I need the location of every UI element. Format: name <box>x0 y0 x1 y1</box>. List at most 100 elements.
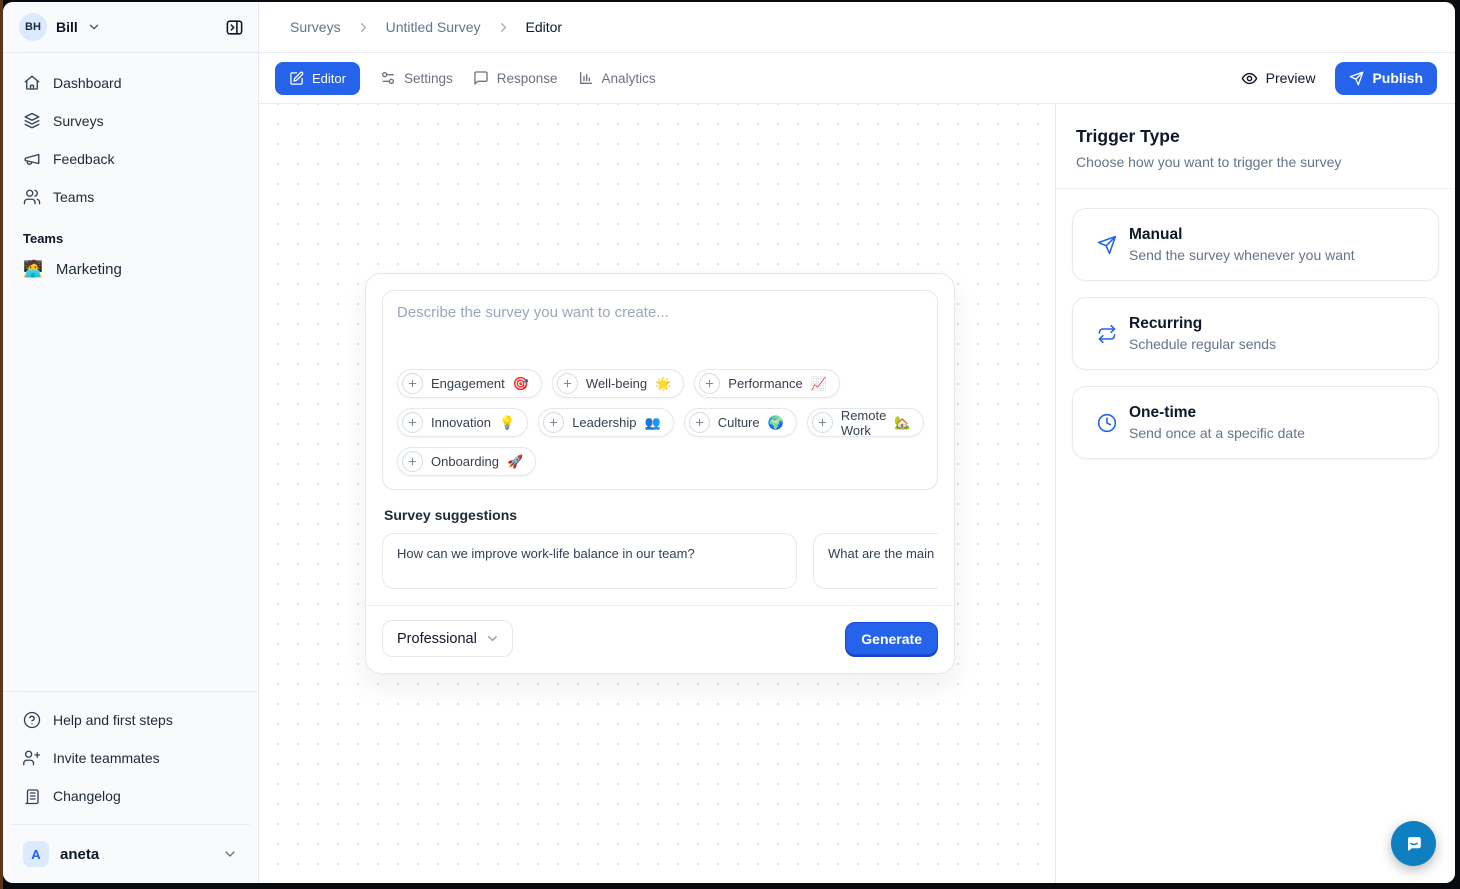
sidebar-item-label: Surveys <box>53 113 104 129</box>
topic-chips: Engagement 🎯 Well-being 🌟 <box>397 369 923 476</box>
user-menu[interactable]: A aneta <box>15 833 246 875</box>
tab-analytics[interactable]: Analytics <box>578 70 656 86</box>
sidebar-nav: Dashboard Surveys Feedback Teams <box>3 53 258 215</box>
sidebar-item-label: Invite teammates <box>53 750 160 766</box>
breadcrumb-editor: Editor <box>526 19 563 35</box>
sidebar-item-label: Help and first steps <box>53 712 173 728</box>
rocket-emoji-icon: 🚀 <box>507 454 523 470</box>
survey-description-input[interactable] <box>397 304 923 369</box>
chip-label: Remote Work <box>841 408 887 438</box>
trigger-option-manual[interactable]: Manual Send the survey whenever you want <box>1072 208 1439 281</box>
plus-icon <box>402 412 423 433</box>
tone-select[interactable]: Professional <box>382 620 513 657</box>
toolbar-actions: Preview Publish <box>1241 62 1437 95</box>
layers-icon <box>23 112 41 130</box>
chip-label: Engagement <box>431 376 505 391</box>
sidebar-item-help[interactable]: Help and first steps <box>15 702 246 738</box>
clock-icon <box>1097 413 1117 433</box>
option-description: Send once at a specific date <box>1129 425 1305 441</box>
topic-chip-engagement[interactable]: Engagement 🎯 <box>397 369 542 398</box>
help-circle-icon <box>23 711 41 729</box>
tab-label: Editor <box>312 71 346 86</box>
panel-subtitle: Choose how you want to trigger the surve… <box>1076 154 1435 170</box>
suggestion-card[interactable]: How can we improve work-life balance in … <box>382 533 797 589</box>
dart-emoji-icon: 🎯 <box>513 376 529 392</box>
sidebar-item-invite[interactable]: Invite teammates <box>15 740 246 776</box>
generate-button[interactable]: Generate <box>845 622 938 655</box>
topic-chip-remote-work[interactable]: Remote Work 🏡 <box>807 408 924 437</box>
plus-icon <box>689 412 710 433</box>
topic-chip-well-being[interactable]: Well-being 🌟 <box>552 369 684 398</box>
chip-label: Onboarding <box>431 454 499 469</box>
content-area: Engagement 🎯 Well-being 🌟 <box>259 104 1455 883</box>
editor-canvas[interactable]: Engagement 🎯 Well-being 🌟 <box>259 104 1055 883</box>
sliders-icon <box>380 70 396 86</box>
sidebar-item-feedback[interactable]: Feedback <box>15 141 246 177</box>
sidebar-team-marketing[interactable]: 🧑‍💻 Marketing <box>3 252 258 286</box>
topic-chip-culture[interactable]: Culture 🌍 <box>684 408 797 437</box>
send-icon <box>1349 71 1364 86</box>
megaphone-icon <box>23 150 41 168</box>
sidebar-item-dashboard[interactable]: Dashboard <box>15 65 246 101</box>
chat-launcher-button[interactable] <box>1391 821 1436 866</box>
prompt-box: Engagement 🎯 Well-being 🌟 <box>382 290 938 490</box>
bar-chart-icon <box>578 70 594 86</box>
sidebar-item-label: Teams <box>53 189 94 205</box>
chip-label: Innovation <box>431 415 491 430</box>
sidebar-item-changelog[interactable]: Changelog <box>15 778 246 814</box>
survey-composer-card: Engagement 🎯 Well-being 🌟 <box>365 273 955 674</box>
option-description: Schedule regular sends <box>1129 336 1276 352</box>
suggestion-card[interactable]: What are the main ob <box>813 533 938 589</box>
user-name: aneta <box>60 846 99 863</box>
users-icon <box>23 188 41 206</box>
trigger-type-panel: Trigger Type Choose how you want to trig… <box>1055 104 1455 883</box>
chart-emoji-icon: 📈 <box>811 376 827 392</box>
option-description: Send the survey whenever you want <box>1129 247 1355 263</box>
chevron-right-icon <box>356 20 371 35</box>
sidebar-item-surveys[interactable]: Surveys <box>15 103 246 139</box>
plus-icon <box>812 412 833 433</box>
chevron-down-icon <box>222 846 238 862</box>
topic-chip-performance[interactable]: Performance 📈 <box>694 369 840 398</box>
suggestions-title: Survey suggestions <box>384 507 936 523</box>
tab-editor[interactable]: Editor <box>275 62 360 95</box>
workspace-avatar: BH <box>19 13 47 41</box>
app-window: BH Bill Dashboard Surveys <box>3 2 1455 883</box>
chevron-right-icon <box>496 20 511 35</box>
publish-label: Publish <box>1372 70 1423 86</box>
home-icon <box>23 74 41 92</box>
panel-title: Trigger Type <box>1076 126 1435 147</box>
trigger-option-recurring[interactable]: Recurring Schedule regular sends <box>1072 297 1439 370</box>
sidebar-toggle-icon[interactable] <box>225 18 244 37</box>
user-avatar: A <box>23 841 49 867</box>
send-icon <box>1097 235 1117 255</box>
tab-label: Settings <box>404 71 453 86</box>
sidebar: BH Bill Dashboard Surveys <box>3 2 259 883</box>
sidebar-item-teams[interactable]: Teams <box>15 179 246 215</box>
pencil-square-icon <box>289 71 304 86</box>
tab-response[interactable]: Response <box>473 70 558 86</box>
chevron-down-icon <box>485 631 500 646</box>
sidebar-item-label: Feedback <box>53 151 114 167</box>
busts-emoji-icon: 👥 <box>645 415 661 431</box>
publish-button[interactable]: Publish <box>1335 62 1437 95</box>
breadcrumb-untitled-survey[interactable]: Untitled Survey <box>386 19 481 35</box>
breadcrumb-surveys[interactable]: Surveys <box>290 19 341 35</box>
chip-label: Culture <box>718 415 760 430</box>
sidebar-item-label: Changelog <box>53 788 121 804</box>
suggestions-row: How can we improve work-life balance in … <box>382 533 938 589</box>
topic-chip-innovation[interactable]: Innovation 💡 <box>397 408 528 437</box>
topic-chip-onboarding[interactable]: Onboarding 🚀 <box>397 447 536 476</box>
topic-chip-leadership[interactable]: Leadership 👥 <box>538 408 674 437</box>
chip-label: Leadership <box>572 415 636 430</box>
option-title: Recurring <box>1129 315 1276 333</box>
sidebar-item-label: Dashboard <box>53 75 122 91</box>
trigger-option-one-time[interactable]: One-time Send once at a specific date <box>1072 386 1439 459</box>
sidebar-section-teams: Teams <box>23 231 250 246</box>
preview-label: Preview <box>1266 70 1316 86</box>
workspace-switcher[interactable]: BH Bill <box>3 2 258 53</box>
toolbar: Editor Settings Response Analytics <box>259 53 1455 104</box>
team-label: Marketing <box>56 261 122 278</box>
preview-button[interactable]: Preview <box>1241 70 1316 87</box>
tab-settings[interactable]: Settings <box>380 70 453 86</box>
